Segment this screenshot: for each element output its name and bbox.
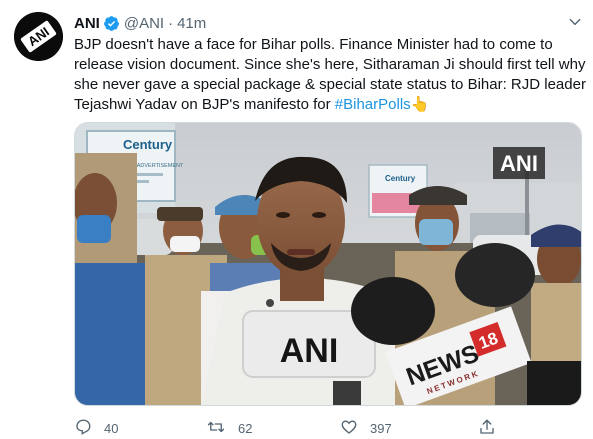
author-name[interactable]: ANI bbox=[74, 15, 100, 32]
reply-button[interactable]: 40 bbox=[74, 418, 118, 439]
tweet-text-line-last: Tejashwi Yadav on BJP's manifesto for #B… bbox=[74, 95, 579, 115]
hashtag-link[interactable]: #BiharPolls bbox=[335, 96, 411, 113]
banner-century-title: Century bbox=[123, 137, 173, 152]
author-handle[interactable]: @ANI bbox=[124, 15, 164, 32]
tweet-text-line: release vision document. Since she's her… bbox=[74, 56, 586, 73]
verified-badge-icon bbox=[103, 15, 120, 32]
timestamp[interactable]: 41m bbox=[177, 15, 206, 32]
share-icon bbox=[478, 418, 496, 439]
tweet-text-line: BJP doesn't have a face for Bihar polls.… bbox=[74, 36, 553, 53]
retweet-icon bbox=[206, 418, 226, 439]
tweet-card[interactable]: ANI ANI @ANI · 41m BJP doesn't have a fa… bbox=[0, 0, 593, 436]
ani-watermark: ANI bbox=[500, 151, 538, 176]
reply-icon bbox=[74, 418, 92, 439]
tweet-actions-bar: 40 62 397 bbox=[74, 418, 514, 436]
avatar[interactable]: ANI bbox=[14, 12, 63, 61]
banner-century-right: Century bbox=[385, 174, 416, 183]
tweet-header: ANI @ANI · 41m bbox=[74, 13, 206, 33]
tweet-text-line: Tejashwi Yadav on BJP's manifesto for bbox=[74, 96, 335, 113]
chevron-down-icon[interactable] bbox=[566, 13, 584, 31]
like-button[interactable]: 397 bbox=[340, 418, 392, 439]
pointing-up-emoji: 👆 bbox=[410, 96, 430, 113]
like-icon bbox=[340, 418, 358, 439]
separator-dot: · bbox=[168, 14, 174, 32]
share-button[interactable] bbox=[478, 418, 496, 439]
tweet-text: BJP doesn't have a face for Bihar polls.… bbox=[74, 35, 586, 115]
retweet-button[interactable]: 62 bbox=[206, 418, 252, 439]
ani-logo: ANI bbox=[14, 12, 63, 61]
reply-count: 40 bbox=[104, 421, 119, 436]
tweet-text-line: she never gave a special package & speci… bbox=[74, 76, 586, 93]
like-count: 397 bbox=[370, 421, 392, 436]
mic-ani-label: ANI bbox=[280, 332, 339, 370]
retweet-count: 62 bbox=[238, 421, 253, 436]
tweet-media-image[interactable]: Century Now book site for ADVERTISEMENT … bbox=[74, 122, 582, 406]
